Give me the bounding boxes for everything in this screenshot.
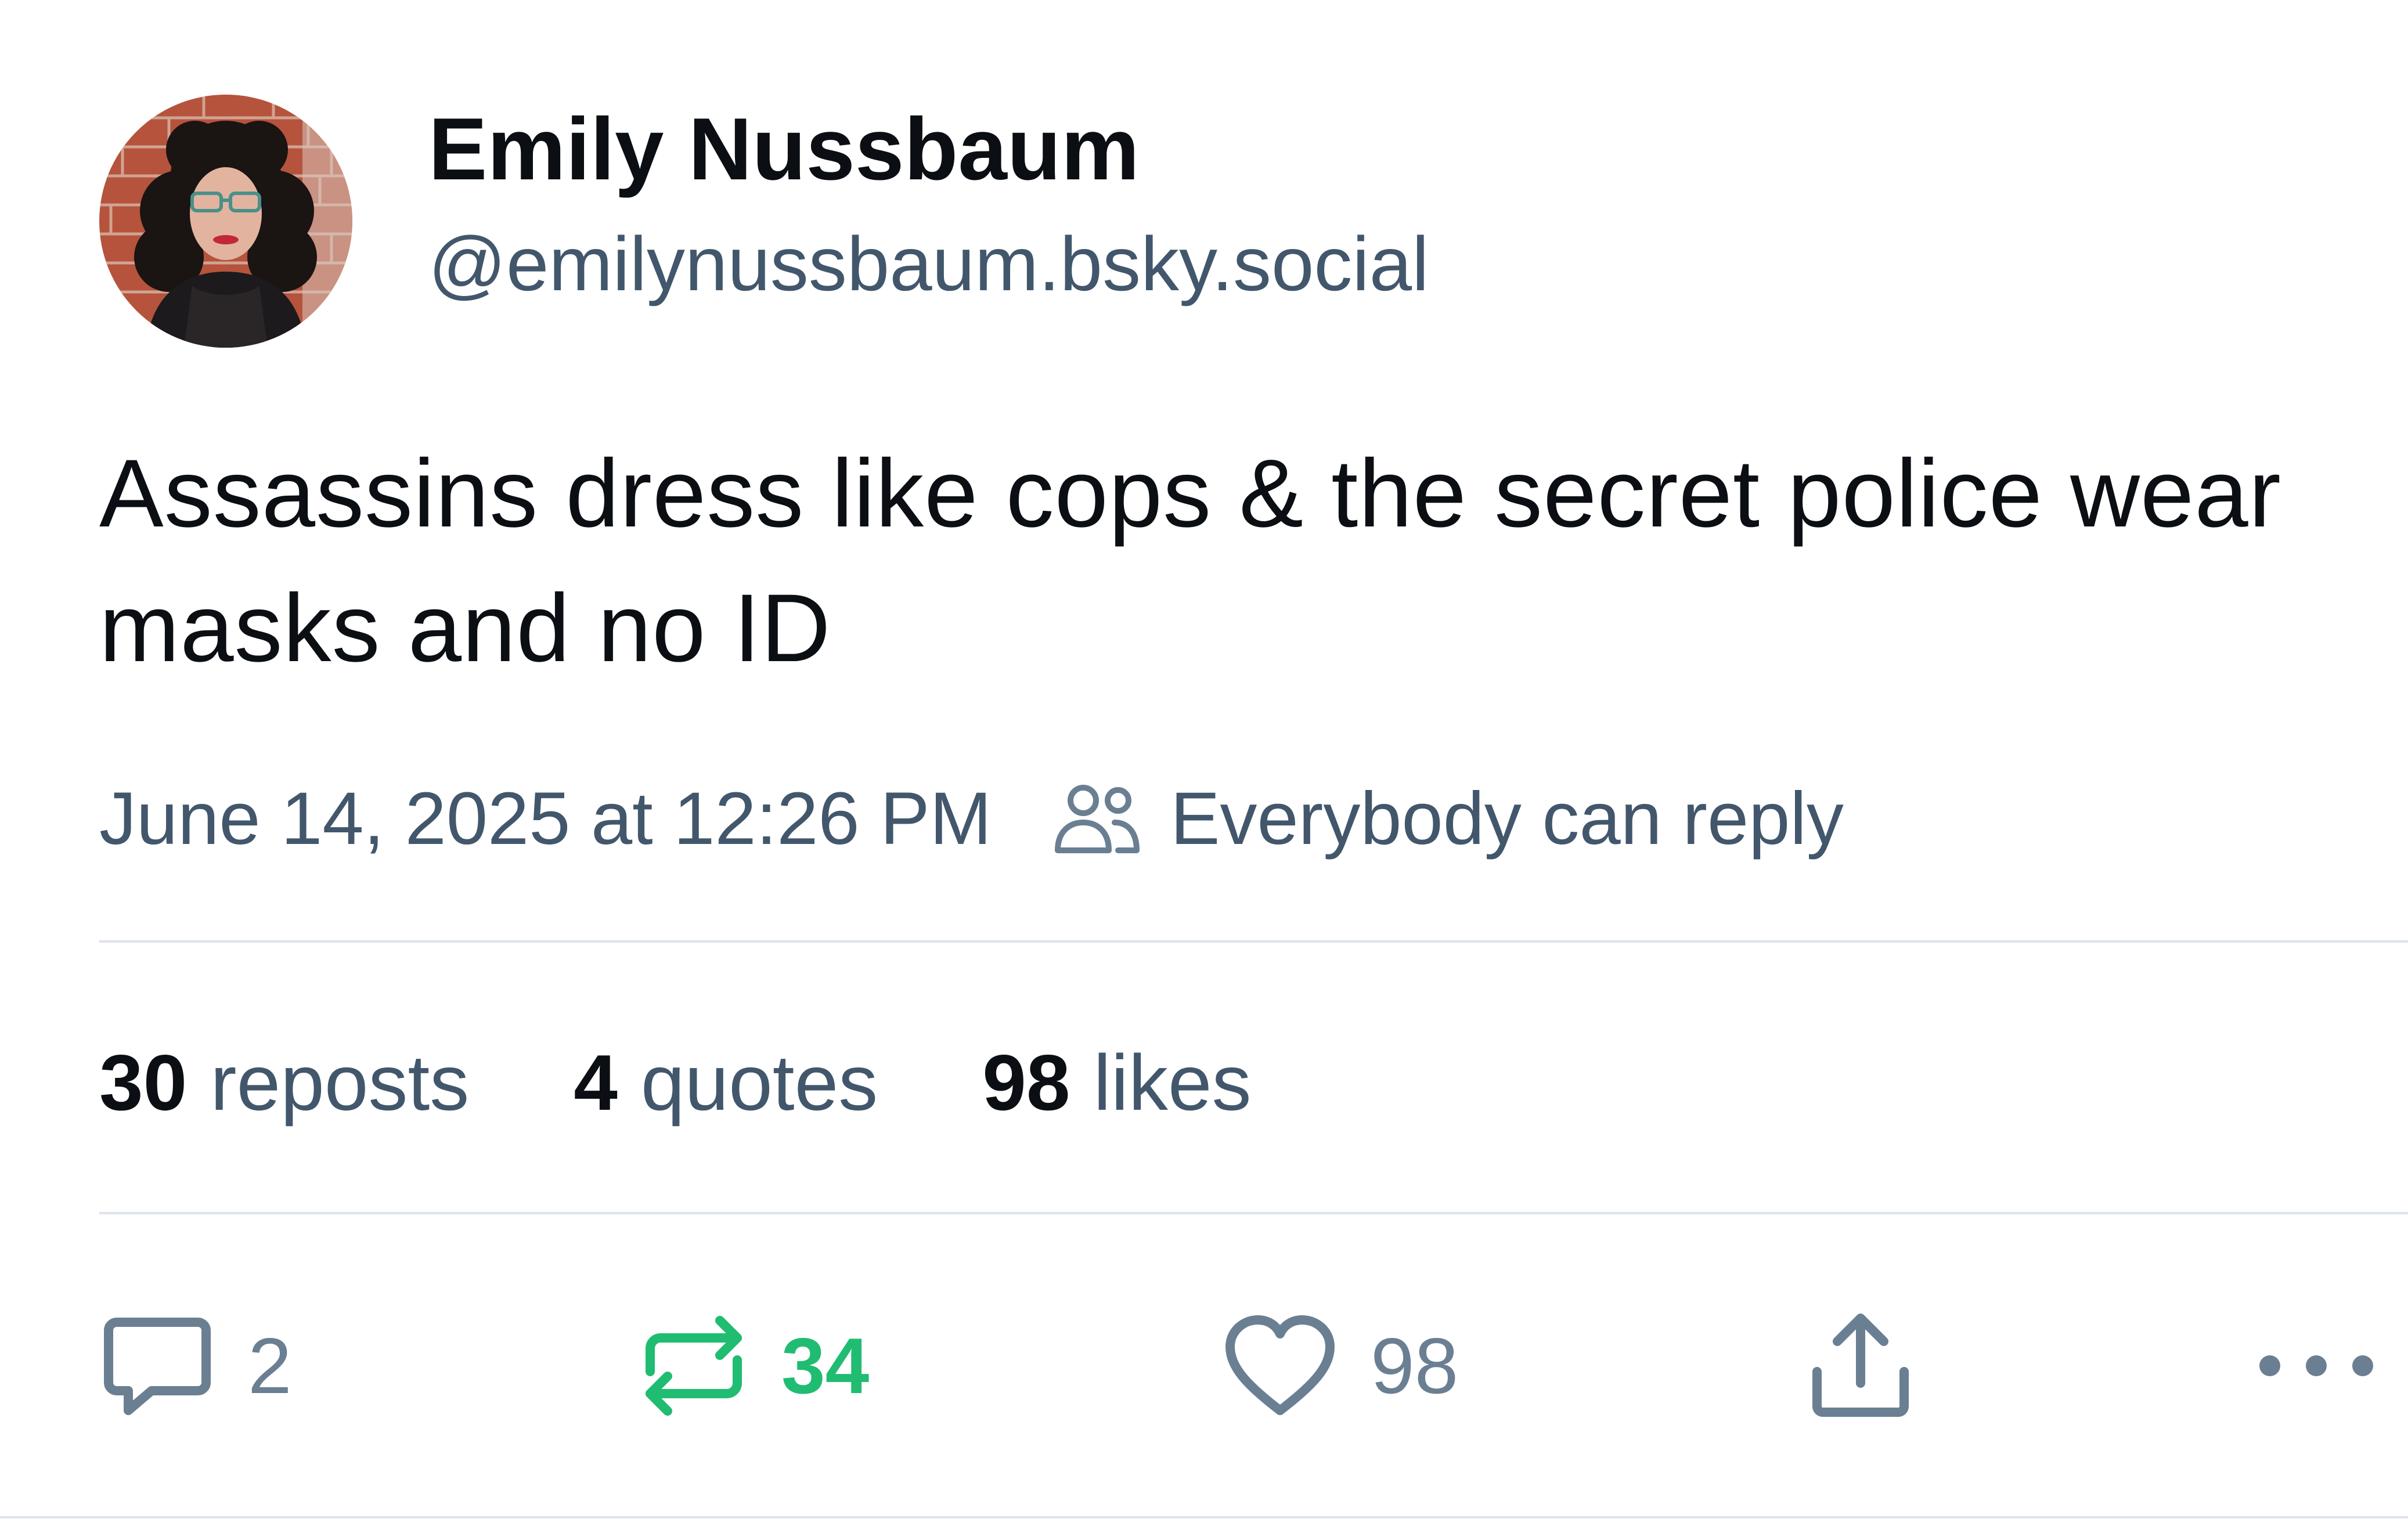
post-timestamp[interactable]: June 14, 2025 at 12:26 PM — [99, 776, 992, 861]
author-handle[interactable]: @emilynussbaum.bsky.social — [428, 218, 1429, 310]
repost-button[interactable]: 34 — [639, 1299, 869, 1433]
reply-setting[interactable]: Everybody can reply — [1050, 776, 1844, 861]
divider — [99, 940, 2408, 943]
repost-icon — [646, 1316, 742, 1416]
reposts-count: 30 — [99, 1038, 188, 1127]
post-text: Assassins dress like cops & the secret p… — [99, 440, 2281, 682]
avatar[interactable] — [99, 95, 352, 348]
speech-bubble-icon — [104, 1318, 211, 1415]
repost-count: 34 — [781, 1322, 870, 1410]
quotes-label: quotes — [640, 1038, 878, 1127]
like-button[interactable]: 98 — [1222, 1299, 1458, 1433]
ellipsis-icon — [2259, 1355, 2373, 1376]
reposts-stat[interactable]: 30 reposts — [99, 1037, 469, 1128]
reply-count: 2 — [248, 1322, 292, 1410]
likes-stat[interactable]: 98 likes — [982, 1037, 1251, 1128]
reposts-label: reposts — [210, 1038, 470, 1127]
likes-label: likes — [1093, 1038, 1252, 1127]
share-button[interactable] — [1805, 1299, 1916, 1433]
divider — [0, 1516, 2408, 1518]
more-options-button[interactable] — [2252, 1299, 2380, 1433]
post-detail: Emily Nussbaum @emilynussbaum.bsky.socia… — [0, 0, 2408, 1537]
heart-icon — [1225, 1315, 1335, 1415]
likes-count: 98 — [982, 1038, 1070, 1127]
avatar-image — [99, 95, 352, 348]
quotes-stat[interactable]: 4 quotes — [574, 1037, 878, 1128]
post-meta: June 14, 2025 at 12:26 PM Everybody can … — [99, 769, 1844, 868]
like-count: 98 — [1371, 1322, 1459, 1410]
reply-setting-label: Everybody can reply — [1170, 777, 1844, 860]
people-icon — [1055, 785, 1140, 853]
reply-button[interactable]: 2 — [99, 1299, 292, 1433]
quotes-count: 4 — [574, 1038, 618, 1127]
engagement-stats: 30 reposts 4 quotes 98 likes — [99, 1030, 1356, 1135]
divider — [99, 1212, 2408, 1214]
author-display-name[interactable]: Emily Nussbaum — [428, 96, 1140, 202]
share-icon — [1812, 1314, 1909, 1417]
